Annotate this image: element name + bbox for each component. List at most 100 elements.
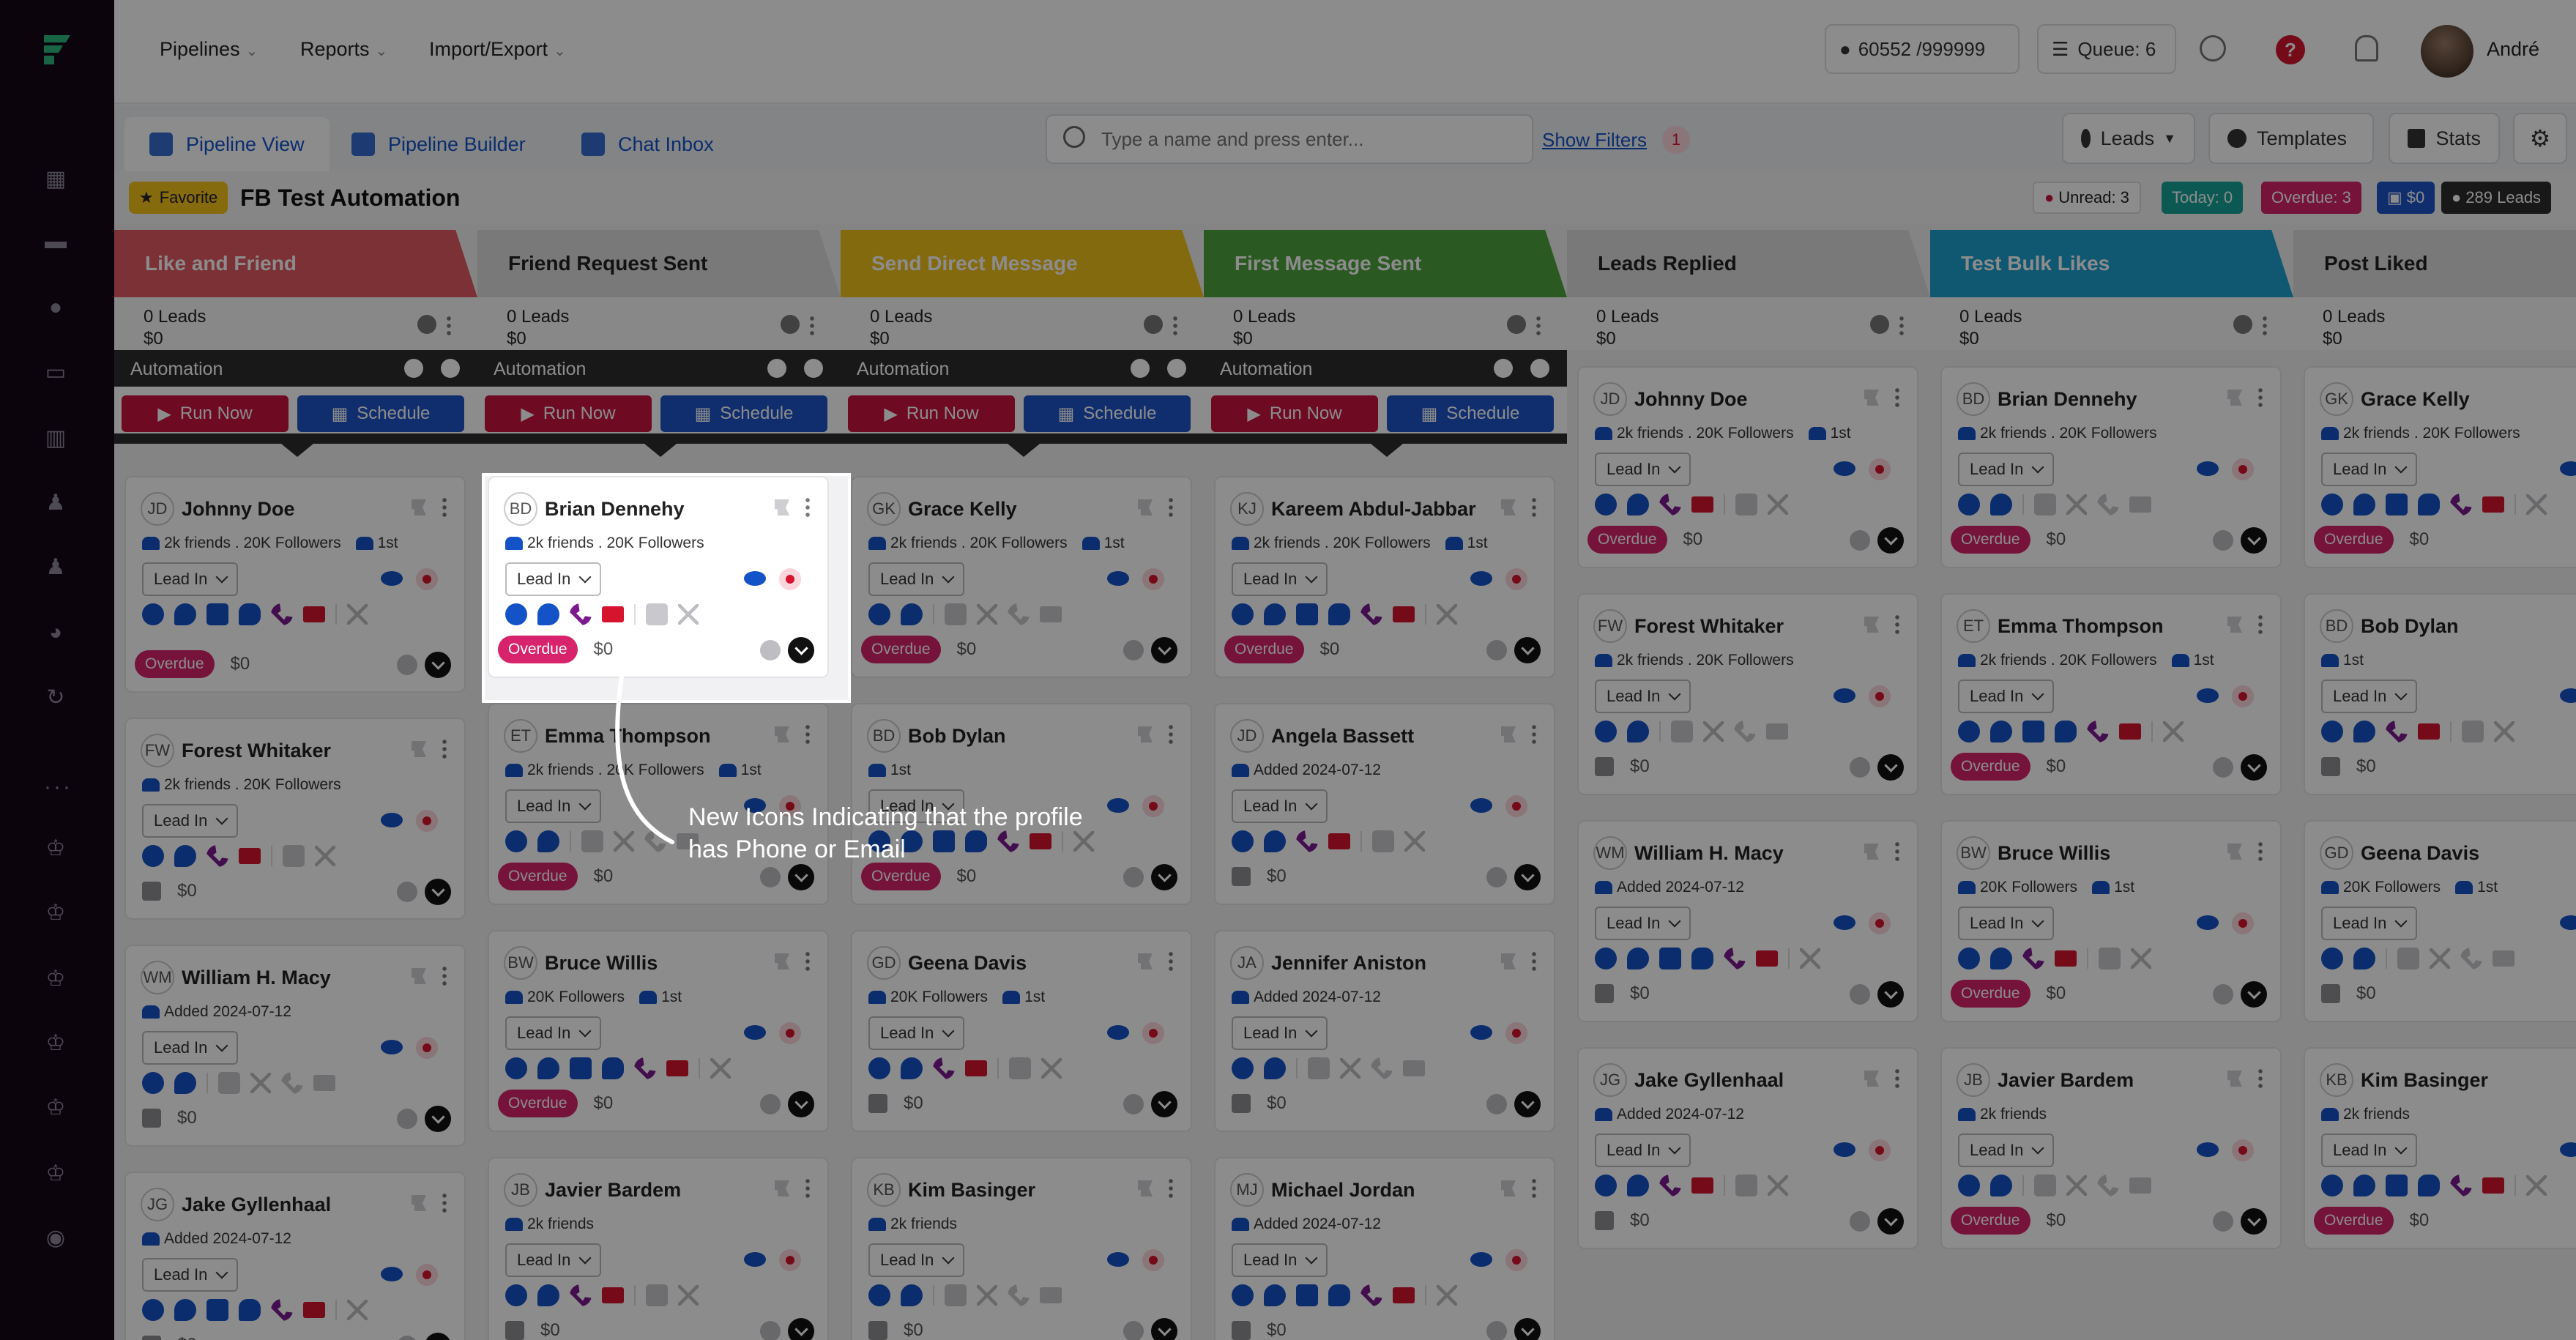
more-icon[interactable] <box>1532 496 1536 518</box>
lead-status-select[interactable]: Lead In <box>2321 1134 2418 1167</box>
palette-icon[interactable] <box>397 1109 417 1129</box>
more-icon[interactable] <box>805 950 810 972</box>
lead-card[interactable]: KB Kim Basinger 2k friends Lead In Overdue $0 <box>2304 1047 2576 1249</box>
record-icon[interactable] <box>416 1037 438 1059</box>
chat-icon[interactable] <box>1691 948 1713 969</box>
linkedin-icon[interactable] <box>206 603 228 625</box>
palette-icon[interactable] <box>397 1336 417 1340</box>
lead-status-select[interactable]: Lead In <box>142 1258 239 1292</box>
facebook-icon[interactable] <box>142 845 164 867</box>
messenger-icon[interactable] <box>901 1057 923 1079</box>
chevron-down-icon[interactable] <box>425 652 451 678</box>
chevron-down-icon[interactable] <box>1877 981 1904 1008</box>
tab-pipeline-view[interactable]: Pipeline View <box>124 117 330 171</box>
edit-icon[interactable] <box>804 359 823 378</box>
eye-icon[interactable] <box>1834 1142 1855 1157</box>
eye-icon[interactable] <box>2560 461 2576 476</box>
edit-icon[interactable] <box>441 359 460 378</box>
messenger-icon[interactable] <box>174 1299 196 1321</box>
more-icon[interactable] <box>1899 315 1904 337</box>
calendar-icon[interactable] <box>142 1109 161 1128</box>
flag-icon[interactable] <box>1501 726 1516 742</box>
linkedin-icon[interactable] <box>2386 494 2408 515</box>
linkedin-icon[interactable] <box>218 1072 240 1094</box>
chevron-down-icon[interactable] <box>1151 1091 1177 1117</box>
trophy-icon[interactable]: ♔ <box>42 1094 69 1120</box>
edit-icon[interactable] <box>1167 359 1186 378</box>
x-social-icon[interactable] <box>2494 721 2514 742</box>
linkedin-icon[interactable] <box>1296 603 1318 625</box>
chevron-down-icon[interactable] <box>2241 754 2267 781</box>
phone-icon[interactable] <box>634 1057 656 1079</box>
calendar-icon[interactable] <box>1595 757 1614 776</box>
lead-status-select[interactable]: Lead In <box>868 562 965 596</box>
lead-status-select[interactable]: Lead In <box>1232 562 1328 596</box>
tab-pipeline-builder[interactable]: Pipeline Builder <box>327 117 551 171</box>
edit-icon[interactable] <box>1530 359 1549 378</box>
palette-icon[interactable] <box>760 1094 781 1114</box>
linkedin-icon[interactable] <box>2034 1175 2056 1196</box>
palette-icon[interactable] <box>417 315 436 334</box>
record-icon[interactable] <box>416 810 438 832</box>
more-icon[interactable] <box>2258 387 2263 409</box>
lead-name[interactable]: Geena Davis <box>2361 842 2479 865</box>
flag-icon[interactable] <box>775 953 789 969</box>
linkedin-icon[interactable] <box>2034 494 2056 515</box>
favorite-badge[interactable]: ★ Favorite <box>129 182 228 214</box>
messenger-icon[interactable] <box>537 1284 559 1306</box>
lead-status-select[interactable]: Lead In <box>1595 1134 1691 1167</box>
column-header[interactable]: Like and Friend <box>114 230 477 297</box>
linkedin-icon[interactable] <box>2386 1175 2408 1196</box>
facebook-icon[interactable] <box>142 1072 164 1094</box>
more-icon[interactable] <box>1169 723 1173 745</box>
flag-icon[interactable] <box>2227 844 2242 860</box>
messenger-icon[interactable] <box>537 830 559 852</box>
email-icon[interactable] <box>2482 1177 2504 1194</box>
phone-icon[interactable] <box>1360 1284 1382 1306</box>
linkedin-icon[interactable] <box>945 603 967 625</box>
eye-icon[interactable] <box>2560 915 2576 930</box>
chevron-down-icon[interactable] <box>788 1318 814 1340</box>
lead-card[interactable]: BD Bob Dylan 1st Lead In $0 <box>2304 593 2576 795</box>
users-icon[interactable]: ♟ <box>42 554 69 580</box>
stats-button[interactable]: Stats <box>2389 113 2500 164</box>
eye-icon[interactable] <box>2197 688 2219 703</box>
x-social-icon[interactable] <box>1800 948 1820 969</box>
x-social-icon[interactable] <box>1768 1175 1788 1196</box>
eye-icon[interactable] <box>2197 461 2219 476</box>
eye-icon[interactable] <box>1834 915 1855 930</box>
phone-icon[interactable] <box>933 1057 955 1079</box>
messenger-icon[interactable] <box>1627 948 1649 969</box>
chevron-down-icon[interactable] <box>1877 1208 1904 1235</box>
lead-card[interactable]: MJ Michael Jordan Added 2024-07-12 Lead In $… <box>1214 1157 1555 1340</box>
x-social-icon[interactable] <box>2066 494 2087 515</box>
email-icon[interactable] <box>2493 950 2514 967</box>
x-social-icon[interactable] <box>1404 831 1425 852</box>
chevron-down-icon[interactable] <box>1514 1091 1541 1117</box>
email-icon[interactable] <box>666 1060 688 1076</box>
email-icon[interactable] <box>965 1060 987 1076</box>
run-now-button[interactable]: ▶ Run Now <box>485 395 652 432</box>
search-icon[interactable] <box>2200 35 2226 62</box>
messenger-icon[interactable] <box>2353 1175 2375 1196</box>
trophy-icon[interactable]: ♔ <box>42 899 69 926</box>
trophy-icon[interactable]: ♔ <box>42 1030 69 1056</box>
eye-icon[interactable] <box>2197 915 2219 930</box>
lead-status-select[interactable]: Lead In <box>2321 453 2418 486</box>
chevron-down-icon[interactable] <box>425 1106 451 1132</box>
lead-status-select[interactable]: Lead In <box>2321 680 2418 713</box>
linkedin-icon[interactable] <box>1009 1057 1031 1079</box>
lead-name[interactable]: Jake Gyllenhaal <box>182 1194 331 1216</box>
facebook-icon[interactable] <box>1958 948 1980 969</box>
more-icon[interactable] <box>442 496 447 518</box>
email-icon[interactable] <box>303 606 325 622</box>
email-icon[interactable] <box>1040 606 1062 622</box>
chevron-down-icon[interactable] <box>2241 1208 2267 1235</box>
linkedin-icon[interactable] <box>206 1299 228 1321</box>
calendar-icon[interactable] <box>868 1094 887 1113</box>
lead-status-select[interactable]: Lead In <box>505 1243 602 1277</box>
lead-status-select[interactable]: Lead In <box>1958 453 2055 486</box>
flag-icon[interactable] <box>2227 1071 2242 1087</box>
lead-name[interactable]: Kareem Abdul-Jabbar <box>1271 498 1476 521</box>
linkedin-icon[interactable] <box>2099 948 2121 969</box>
